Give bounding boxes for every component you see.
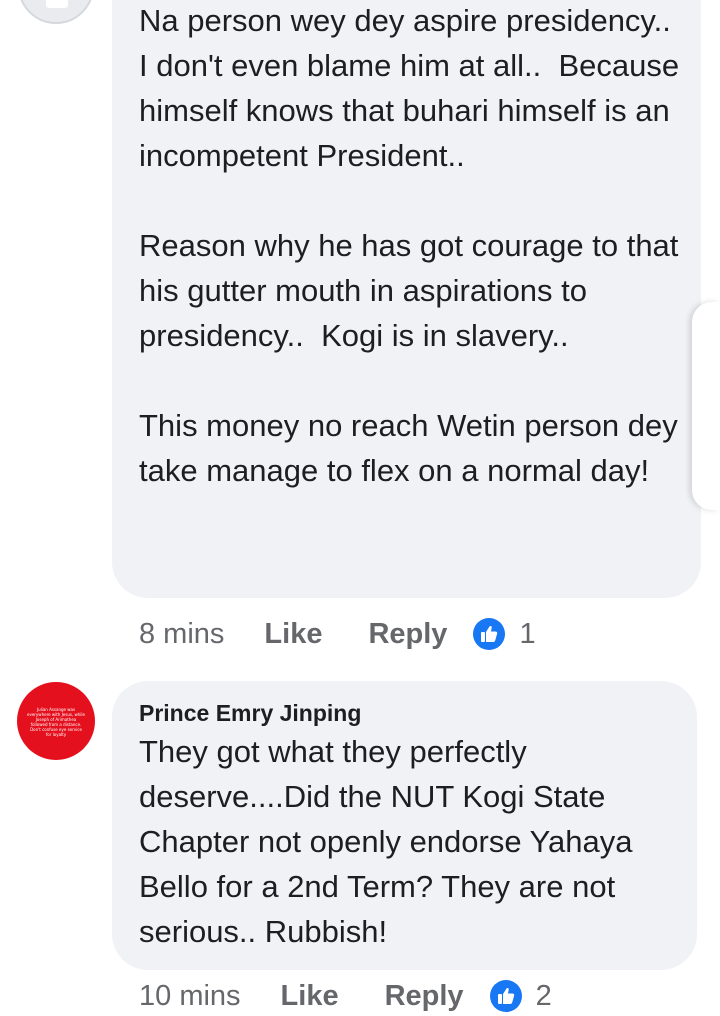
comment-bubble: Prince Emry Jinping They got what they p… — [112, 681, 697, 970]
reaction-count[interactable]: 1 — [519, 618, 535, 651]
avatar-photo — [46, 0, 68, 8]
commenter-avatar[interactable]: Julian Assange was everywhere with Jesus… — [17, 682, 95, 760]
commenter-avatar[interactable] — [18, 0, 94, 24]
avatar-text: Julian Assange was everywhere with Jesus… — [27, 707, 85, 737]
like-button[interactable]: Like — [264, 618, 322, 651]
thumbs-up-icon[interactable] — [473, 618, 506, 650]
comment-text: Na person wey dey aspire presidency.. I … — [139, 3, 680, 488]
edge-floating-tab[interactable] — [692, 302, 720, 510]
comment-timestamp[interactable]: 8 mins — [139, 618, 224, 651]
like-button[interactable]: Like — [281, 980, 339, 1013]
thumbs-up-icon[interactable] — [489, 980, 522, 1012]
comment-text: They got what they perfectly deserve....… — [139, 734, 642, 949]
reply-button[interactable]: Reply — [368, 618, 447, 651]
comment-actions: 10 mins Like Reply 2 — [139, 976, 552, 1016]
reply-button[interactable]: Reply — [385, 980, 464, 1013]
comment-actions: 8 mins Like Reply 1 — [139, 614, 536, 654]
reaction-count[interactable]: 2 — [536, 980, 552, 1013]
comment-timestamp[interactable]: 10 mins — [139, 980, 241, 1013]
comment-bubble: Na person wey dey aspire presidency.. I … — [112, 0, 701, 598]
comment-author[interactable]: Prince Emry Jinping — [139, 700, 361, 727]
